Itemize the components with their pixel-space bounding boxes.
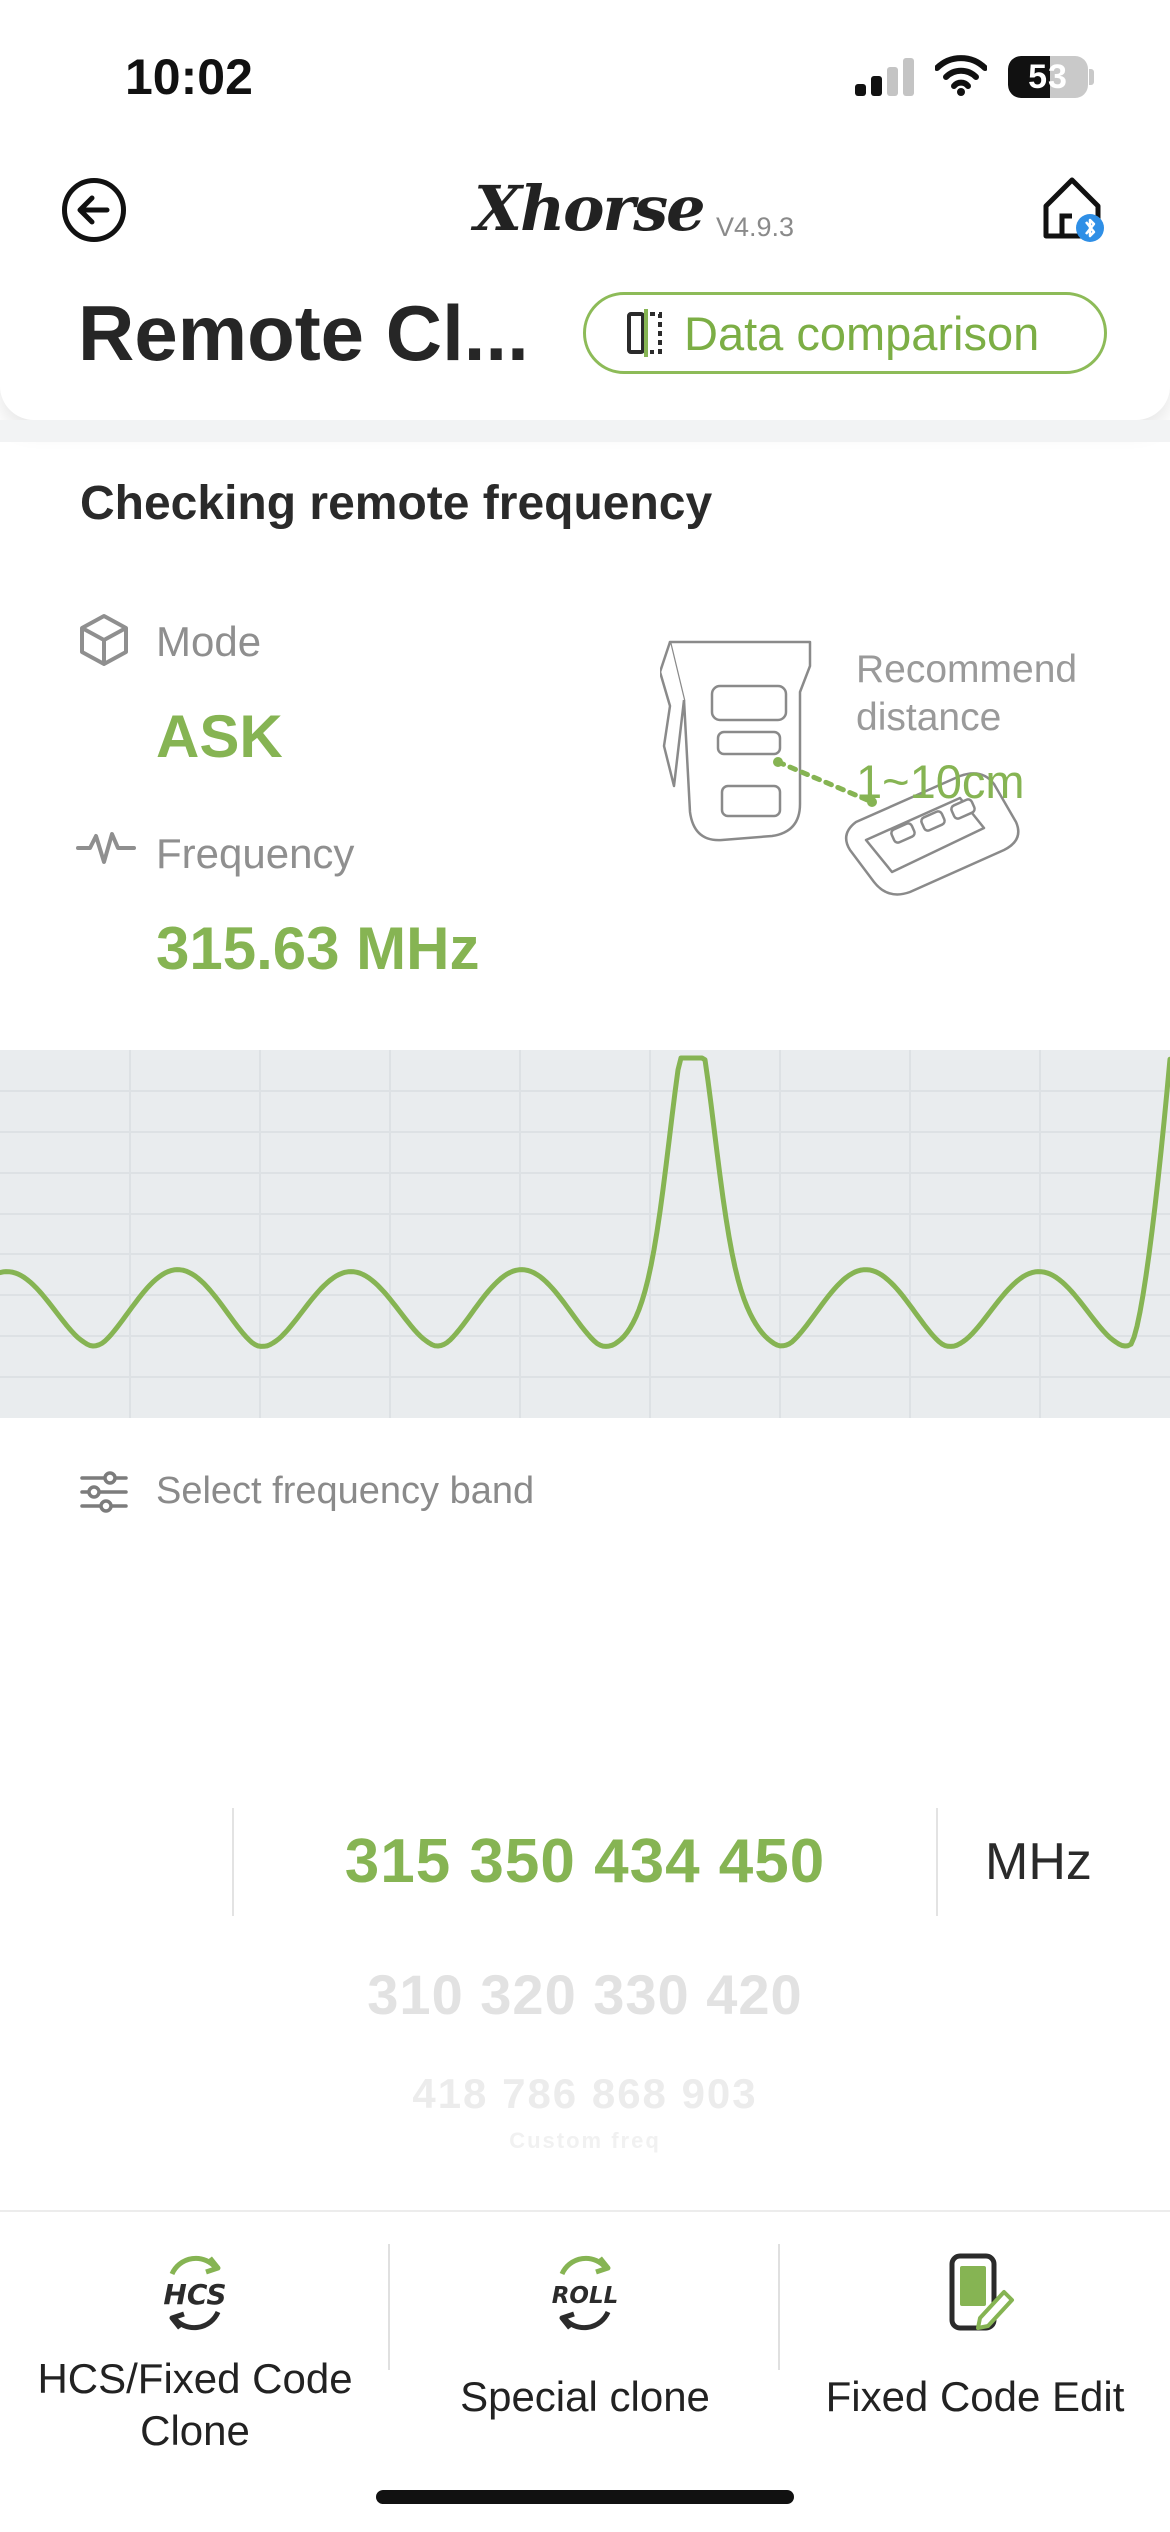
back-arrow-icon [77,195,110,225]
hcs-icon-text: HCS [163,2278,226,2311]
recommend-distance-label: Recommend distance [856,648,1078,739]
wifi-icon [935,55,987,96]
compare-icon [627,309,662,357]
page-title: Remote Cl... [78,289,529,377]
frequency-label: Frequency [156,830,355,877]
cube-icon [80,614,128,666]
xhorse-logo: Xhorse [474,172,706,245]
app-version: V4.9.3 [716,212,795,242]
data-comparison-label: Data comparison [684,306,1040,360]
battery-cap [1089,69,1094,85]
frequency-value: 315.63 MHz [156,915,480,982]
data-comparison-button[interactable]: Data comparison [583,292,1107,374]
back-button[interactable] [62,178,126,242]
spectrum-plot [0,1050,1170,1418]
tab-label: Fixed Code Edit [825,2373,1125,2420]
sliders-icon [80,1471,128,1513]
battery-icon: 53 [1008,56,1088,98]
mode-value: ASK [156,703,283,770]
tab-fixed-code-edit[interactable]: Fixed Code Edit [780,2248,1170,2423]
tab-special-clone[interactable]: ROLL Special clone [390,2248,780,2423]
status-time: 10:02 [125,49,253,105]
spectrum-line [0,1055,1170,1349]
spectrum-chart [0,1050,1170,1418]
band-option[interactable]: Custom freq [0,2128,1170,2154]
roll-icon: ROLL [552,2255,619,2331]
battery-percent: 53 [1028,58,1068,96]
tab-label: HCS/Fixed Code Clone [37,2355,353,2454]
band-option[interactable]: 310 320 330 420 [0,1962,1170,2027]
home-bluetooth-icon[interactable] [1040,172,1108,244]
tab-label: Special clone [460,2373,710,2420]
band-option[interactable]: 418 786 868 903 [0,2070,1170,2118]
waveform-icon [76,832,136,864]
hcs-icon: HCS [163,2255,227,2331]
recommend-distance-value: 1~10cm [856,755,1025,808]
section-title: Checking remote frequency [80,477,713,530]
frequency-unit: MHz [985,1833,1092,1891]
select-frequency-band-label: Select frequency band [156,1470,535,1512]
roll-icon-text: ROLL [552,2283,619,2309]
phone-edit-icon [949,2253,1014,2331]
section-separator [0,420,1170,442]
home-indicator [376,2490,794,2504]
tab-hcs-fixed-code-clone[interactable]: HCS HCS/Fixed Code Clone [0,2248,390,2457]
signal-icon [855,58,915,96]
mode-label: Mode [156,618,262,665]
